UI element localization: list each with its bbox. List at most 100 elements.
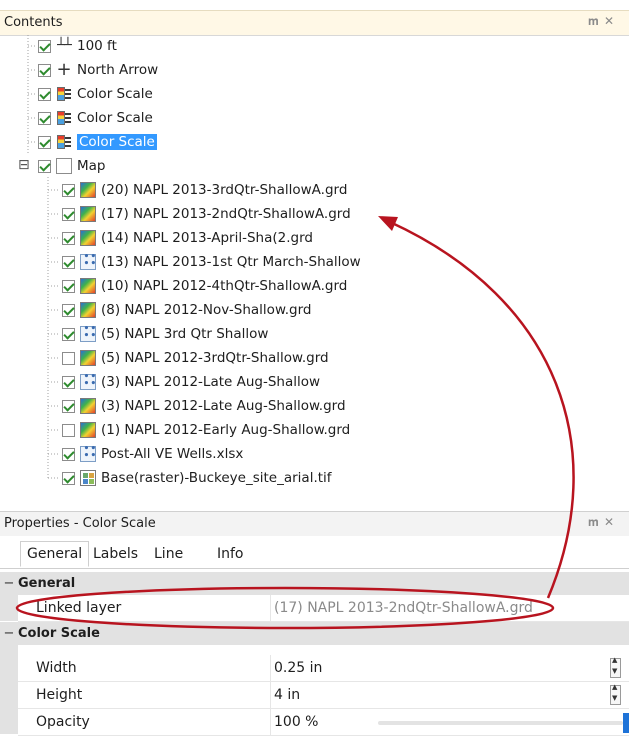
tree-item-label: Color Scale <box>77 86 153 102</box>
color-scale-icon <box>56 86 72 102</box>
close-icon[interactable]: ✕ <box>604 14 614 28</box>
tree-item-layer-9[interactable]: (3) NAPL 2012-Late Aug-Shallow.grd <box>62 395 346 417</box>
tree-item-layer-7[interactable]: (5) NAPL 2012-3rdQtr-Shallow.grd <box>62 347 329 369</box>
visibility-checkbox[interactable] <box>62 207 75 221</box>
grid-icon <box>80 398 96 414</box>
grid-icon <box>80 350 96 366</box>
opacity-slider-track[interactable] <box>378 721 623 725</box>
visibility-checkbox[interactable] <box>38 159 51 173</box>
collapse-map-icon[interactable]: ⊟ <box>18 157 30 173</box>
tree-item-layer-11[interactable]: Post-All VE Wells.xlsx <box>62 443 243 465</box>
column-divider <box>270 682 271 708</box>
contents-panel-header: Contents 𝐦 ✕ <box>0 10 629 36</box>
visibility-checkbox[interactable] <box>62 399 75 413</box>
tree-item-layer-1[interactable]: (17) NAPL 2013-2ndQtr-ShallowA.grd <box>62 203 351 225</box>
visibility-checkbox[interactable] <box>62 279 75 293</box>
linked-layer-row[interactable]: Linked layer (17) NAPL 2013-2ndQtr-Shall… <box>18 595 629 622</box>
visibility-checkbox[interactable] <box>62 423 75 437</box>
opacity-value[interactable]: 100 % <box>274 709 318 735</box>
tree-item-label: Post-All VE Wells.xlsx <box>101 446 244 462</box>
grid-icon <box>80 182 96 198</box>
tab-labels[interactable]: Labels <box>87 542 144 568</box>
tree-item-layer-0[interactable]: (20) NAPL 2013-3rdQtr-ShallowA.grd <box>62 179 347 201</box>
color-scale-icon <box>56 134 72 150</box>
grid-icon <box>80 278 96 294</box>
tree-item-label: (1) NAPL 2012-Early Aug-Shallow.grd <box>101 422 351 438</box>
height-row[interactable]: Height 4 in <box>18 682 629 709</box>
tree-item-label: Color Scale <box>77 110 153 126</box>
contents-title: Contents <box>4 15 63 30</box>
pin-icon[interactable]: 𝐦 <box>588 515 599 530</box>
visibility-checkbox[interactable] <box>38 87 51 101</box>
points-icon <box>80 252 97 270</box>
visibility-checkbox[interactable] <box>62 183 75 197</box>
tree-item-layer-8[interactable]: (3) NAPL 2012-Late Aug-Shallow <box>62 371 320 393</box>
tree-item-label: (14) NAPL 2013-April-Sha(2.grd <box>101 230 313 246</box>
tree-item-label: (20) NAPL 2013-3rdQtr-ShallowA.grd <box>101 182 348 198</box>
tree-item-layer-10[interactable]: (1) NAPL 2012-Early Aug-Shallow.grd <box>62 419 350 441</box>
visibility-checkbox[interactable] <box>38 111 51 125</box>
tree-item-label: (13) NAPL 2013-1st Qtr March-Shallow <box>101 254 361 270</box>
properties-panel-header: Properties - Color Scale 𝐦 ✕ <box>0 511 629 537</box>
visibility-checkbox[interactable] <box>62 375 75 389</box>
visibility-checkbox[interactable] <box>62 447 75 461</box>
tree-item-label: Base(raster)-Buckeye_site_arial.tif <box>101 470 332 486</box>
pin-icon[interactable]: 𝐦 <box>588 14 599 29</box>
grid-icon <box>80 206 96 222</box>
tree-item-label: (3) NAPL 2012-Late Aug-Shallow <box>101 374 321 390</box>
linked-layer-value[interactable]: (17) NAPL 2013-2ndQtr-ShallowA.grd <box>274 595 533 621</box>
properties-tabs: General Labels Line Info <box>0 536 629 569</box>
tab-general[interactable]: General <box>20 541 90 567</box>
tree-item-layer-12[interactable]: Base(raster)-Buckeye_site_arial.tif <box>62 467 332 489</box>
map-icon <box>56 158 72 174</box>
visibility-checkbox[interactable] <box>38 39 51 53</box>
points-icon <box>80 444 97 462</box>
width-spinner[interactable] <box>610 656 621 678</box>
tree-item-top-1[interactable]: + North Arrow <box>38 59 158 81</box>
tree-item-label: Map <box>77 158 106 174</box>
close-icon[interactable]: ✕ <box>604 515 614 529</box>
tree-item-top-2[interactable]: Color Scale <box>38 83 153 105</box>
properties-title: Properties - Color Scale <box>4 516 156 531</box>
tree-item-label: (17) NAPL 2013-2ndQtr-ShallowA.grd <box>101 206 351 222</box>
tree-item-layer-3[interactable]: (13) NAPL 2013-1st Qtr March-Shallow <box>62 251 361 273</box>
property-grid: − General Linked layer (17) NAPL 2013-2n… <box>0 568 629 736</box>
visibility-checkbox[interactable] <box>38 135 51 149</box>
height-value[interactable]: 4 in <box>274 682 300 708</box>
opacity-slider-thumb[interactable] <box>623 713 629 733</box>
tree-item-layer-5[interactable]: (8) NAPL 2012-Nov-Shallow.grd <box>62 299 312 321</box>
visibility-checkbox[interactable] <box>62 471 75 485</box>
tree-item-top-3[interactable]: Color Scale <box>38 107 153 129</box>
visibility-checkbox[interactable] <box>38 63 51 77</box>
visibility-checkbox[interactable] <box>62 327 75 341</box>
visibility-checkbox[interactable] <box>62 255 75 269</box>
grid-icon <box>80 422 96 438</box>
tree-item-layer-6[interactable]: (5) NAPL 3rd Qtr Shallow <box>62 323 268 345</box>
height-label: Height <box>36 687 83 703</box>
north-arrow-icon: + <box>56 59 72 80</box>
points-icon <box>80 372 97 390</box>
opacity-row[interactable]: Opacity 100 % <box>18 709 629 736</box>
visibility-checkbox[interactable] <box>62 303 75 317</box>
collapse-color-scale-icon[interactable]: − <box>0 622 18 645</box>
tree-item-label: 100 ft <box>77 38 117 54</box>
width-value[interactable]: 0.25 in <box>274 655 322 681</box>
grid-icon <box>80 302 96 318</box>
column-divider <box>270 595 271 621</box>
height-spinner[interactable] <box>610 683 621 705</box>
tab-line[interactable]: Line <box>148 542 189 568</box>
tree-item-top-4[interactable]: Color Scale <box>38 131 157 153</box>
visibility-checkbox[interactable] <box>62 231 75 245</box>
tree-item-map[interactable]: Map <box>38 155 106 177</box>
tree-item-layer-4[interactable]: (10) NAPL 2012-4thQtr-ShallowA.grd <box>62 275 347 297</box>
tree-item-top-0[interactable]: ┴┴ 100 ft <box>38 35 117 57</box>
grid-icon <box>80 230 96 246</box>
tree-item-label: (5) NAPL 3rd Qtr Shallow <box>101 326 269 342</box>
tab-info[interactable]: Info <box>211 542 250 568</box>
grid-gutter <box>0 645 18 734</box>
visibility-checkbox[interactable] <box>62 351 75 365</box>
collapse-general-icon[interactable]: − <box>0 572 18 595</box>
width-row[interactable]: Width 0.25 in <box>18 655 629 682</box>
tree-item-layer-2[interactable]: (14) NAPL 2013-April-Sha(2.grd <box>62 227 313 249</box>
tree-item-label: (10) NAPL 2012-4thQtr-ShallowA.grd <box>101 278 348 294</box>
